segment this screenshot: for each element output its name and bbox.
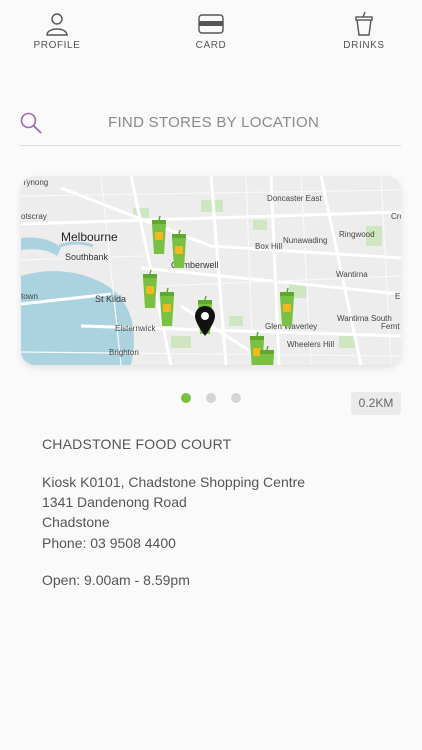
map-label-melbourne: Melbourne <box>61 230 118 244</box>
map-label-town: town <box>21 292 38 301</box>
map-label-st-kilda: St Kilda <box>95 294 127 304</box>
store-address-line-1: Kiosk K0101, Chadstone Shopping Centre <box>42 474 306 490</box>
card-icon <box>198 14 224 34</box>
boost-cup-marker-icon[interactable] <box>169 230 189 270</box>
map-label-southbank: Southbank <box>65 252 109 262</box>
location-pin-icon[interactable] <box>194 305 216 337</box>
nav-profile-label: PROFILE <box>33 40 81 51</box>
pager-dot-2[interactable] <box>206 393 216 403</box>
store-search-input[interactable]: FIND STORES BY LOCATION <box>20 100 401 146</box>
carousel-pager <box>181 393 241 403</box>
pager-dot-1[interactable] <box>181 393 191 403</box>
map-label-north: Tynong <box>22 178 49 187</box>
nav-card-label: CARD <box>195 40 227 51</box>
person-icon <box>46 13 68 36</box>
map-label-box-hill: Box Hill <box>255 242 283 251</box>
map-label-footscray: otscray <box>21 212 47 221</box>
store-map[interactable]: Tynong otscray Melbourne Southbank Cambe… <box>21 176 401 365</box>
map-label-wantirna: Wantirna <box>336 270 368 279</box>
top-navigation: PROFILE CARD DRINKS <box>0 0 422 62</box>
nav-profile-button[interactable]: PROFILE <box>17 12 97 51</box>
map-label-elsternwick: Elsternwick <box>115 324 156 333</box>
store-hours: Open: 9.00am - 8.59pm <box>42 572 190 588</box>
boost-cup-marker-icon[interactable] <box>257 346 277 365</box>
map-label-doncaster-east: Doncaster East <box>267 194 322 203</box>
search-placeholder: FIND STORES BY LOCATION <box>108 114 320 131</box>
map-label-brighton: Brighton <box>109 348 139 357</box>
cup-icon <box>355 12 373 36</box>
map-label-croydon: Cro <box>391 212 401 221</box>
boost-cup-marker-icon[interactable] <box>149 216 169 256</box>
store-name: CHADSTONE FOOD COURT <box>42 436 232 452</box>
nav-drinks-label: DRINKS <box>343 40 385 51</box>
boost-cup-marker-icon[interactable] <box>157 288 177 328</box>
boost-cup-marker-icon[interactable] <box>277 288 297 328</box>
map-label-east: E <box>395 292 401 301</box>
search-icon[interactable] <box>20 112 42 134</box>
distance-badge: 0.2KM <box>351 392 401 415</box>
store-address-line-3: Chadstone <box>42 514 110 530</box>
nav-drinks-button[interactable]: DRINKS <box>324 12 404 51</box>
nav-card-button[interactable]: CARD <box>171 12 251 51</box>
map-label-ringwood: Ringwood <box>339 230 375 239</box>
pager-dot-3[interactable] <box>231 393 241 403</box>
map-label-wheelers-hill: Wheelers Hill <box>287 340 335 349</box>
store-address-line-2: 1341 Dandenong Road <box>42 494 187 510</box>
map-label-ferntree: Fernt <box>381 322 400 331</box>
store-phone[interactable]: Phone: 03 9508 4400 <box>42 535 176 551</box>
map-label-nunawading: Nunawading <box>283 236 328 245</box>
